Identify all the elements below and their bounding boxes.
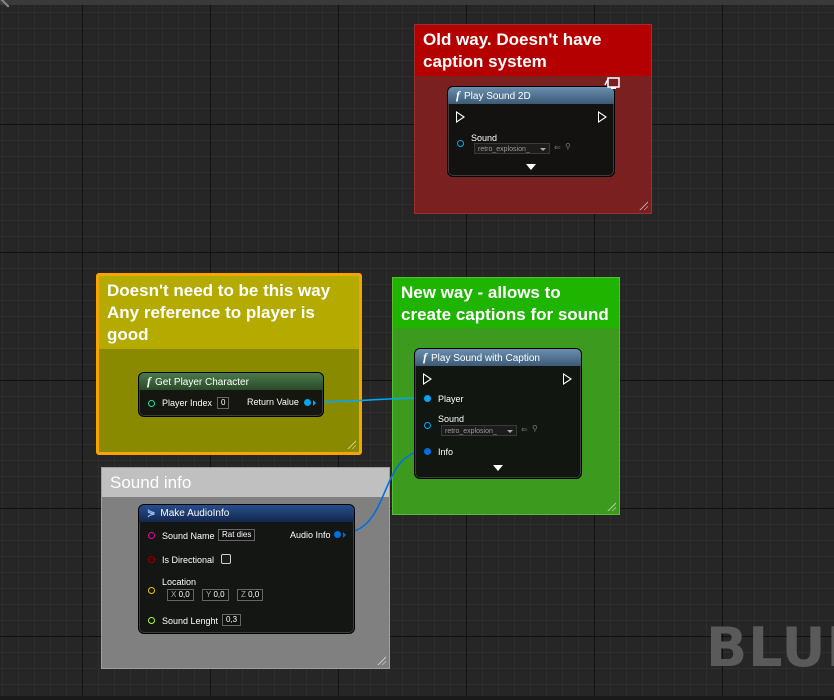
z-label: Z — [241, 590, 246, 599]
wire-player[interactable] — [311, 397, 427, 403]
sound-pin-icon[interactable] — [457, 140, 464, 147]
z-value: 0,0 — [248, 590, 260, 599]
pin-arrow-icon — [313, 400, 316, 406]
make-struct-icon: ⋟ — [147, 508, 156, 519]
node-title-bar[interactable]: f Play Sound 2D — [448, 87, 614, 104]
x-label: X — [171, 590, 177, 599]
exec-in-pin-icon[interactable] — [456, 111, 465, 123]
node-play-sound-with-caption[interactable]: f Play Sound with Caption Player Sound re… — [414, 348, 582, 479]
sound-asset-dropdown[interactable]: retro_explosion_ — [474, 143, 550, 154]
player-pin-icon[interactable] — [424, 395, 431, 402]
pin-arrow-icon — [343, 532, 346, 538]
node-play-sound-2d[interactable]: f Play Sound 2D Sound retro_explosion_ ⇐ … — [447, 86, 615, 177]
sound-length-pin-icon[interactable] — [148, 617, 155, 624]
y-label: Y — [206, 590, 212, 599]
sound-name-pin-icon[interactable] — [148, 532, 155, 539]
node-title-bar[interactable]: f Get Player Character — [139, 373, 323, 390]
player-index-label: Player Index — [162, 398, 213, 408]
sound-pin-label: Sound — [471, 133, 498, 143]
x-value: 0,0 — [178, 590, 190, 599]
audio-info-pin-icon[interactable] — [334, 531, 341, 538]
player-pin-label: Player — [438, 394, 464, 404]
y-value: 0,0 — [213, 590, 225, 599]
location-pin-icon[interactable] — [148, 587, 155, 594]
node-title-bar[interactable]: ⋟ Make AudioInfo — [139, 505, 354, 522]
return-value-pin-icon[interactable] — [304, 399, 311, 406]
location-z-input[interactable]: Z 0,0 — [237, 589, 264, 601]
expand-chevron-icon[interactable] — [493, 465, 503, 471]
location-x-input[interactable]: X 0,0 — [167, 589, 194, 601]
node-title-bar[interactable]: f Play Sound with Caption — [415, 349, 581, 366]
sound-pin-icon[interactable] — [424, 422, 431, 429]
is-directional-label: Is Directional — [162, 555, 215, 565]
sound-pin-label: Sound — [438, 414, 465, 424]
info-pin-icon[interactable] — [424, 448, 431, 455]
browse-arrow-icon[interactable]: ⇐ — [554, 143, 561, 152]
node-title: Play Sound with Caption — [431, 353, 540, 364]
search-icon[interactable]: ⚲ — [532, 424, 538, 433]
location-label: Location — [162, 577, 197, 587]
browse-arrow-icon[interactable]: ⇐ — [521, 425, 528, 434]
sound-length-input[interactable]: 0,3 — [222, 614, 242, 626]
audio-info-label: Audio Info — [290, 530, 331, 540]
bottom-status-bar — [0, 696, 834, 700]
node-title: Make AudioInfo — [160, 508, 230, 519]
expand-chevron-icon[interactable] — [526, 164, 536, 170]
is-directional-pin-icon[interactable] — [148, 556, 155, 563]
sound-name-input[interactable]: Rat dies — [218, 529, 256, 541]
return-value-label: Return Value — [247, 397, 299, 407]
info-pin-label: Info — [438, 447, 454, 457]
exec-out-pin-icon[interactable] — [598, 111, 607, 123]
node-title: Play Sound 2D — [464, 91, 531, 102]
location-y-input[interactable]: Y 0,0 — [202, 589, 229, 601]
sound-length-label: Sound Lenght — [162, 616, 219, 626]
server-only-icon — [604, 77, 620, 91]
node-get-player-character[interactable]: f Get Player Character Player Index 0 Ret… — [138, 372, 324, 417]
exec-out-pin-icon[interactable] — [563, 373, 572, 385]
search-icon[interactable]: ⚲ — [565, 142, 571, 151]
is-directional-checkbox[interactable] — [221, 554, 231, 564]
function-icon: f — [423, 350, 427, 364]
function-icon: f — [456, 88, 460, 102]
node-make-audio-info[interactable]: ⋟ Make AudioInfo Sound Name Rat dies Audi… — [138, 504, 355, 634]
player-index-pin-icon[interactable] — [148, 400, 155, 407]
blueprint-watermark: BLUE — [706, 616, 834, 679]
function-icon: f — [147, 374, 151, 388]
sound-name-label: Sound Name — [162, 531, 215, 541]
exec-in-pin-icon[interactable] — [423, 373, 432, 385]
player-index-input[interactable]: 0 — [217, 397, 230, 409]
node-title: Get Player Character — [155, 377, 249, 388]
sound-asset-dropdown[interactable]: retro_explosion_ — [441, 425, 517, 436]
